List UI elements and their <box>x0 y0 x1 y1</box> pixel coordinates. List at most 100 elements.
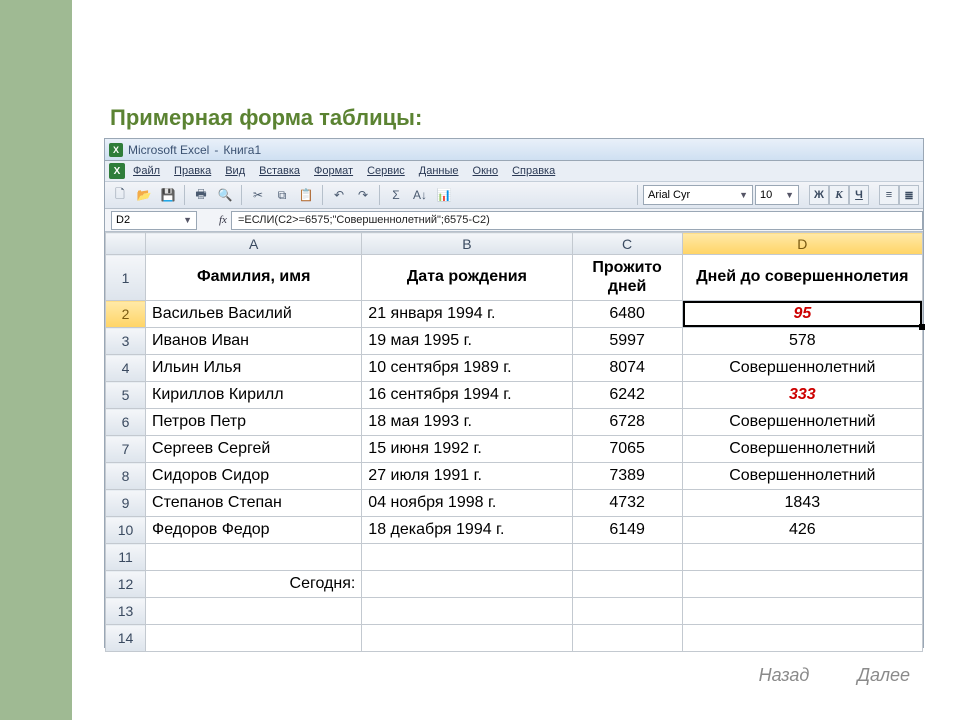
cell-A2[interactable]: Васильев Василий <box>146 301 362 328</box>
cell-B9[interactable]: 04 ноября 1998 г. <box>362 490 572 517</box>
fx-icon[interactable]: fx <box>219 214 227 226</box>
cell-B14[interactable] <box>362 625 572 652</box>
select-all-corner[interactable] <box>106 233 146 255</box>
cell-D11[interactable] <box>682 544 922 571</box>
cell-C8[interactable]: 7389 <box>572 463 682 490</box>
cell-B4[interactable]: 10 сентября 1989 г. <box>362 355 572 382</box>
cell-A11[interactable] <box>146 544 362 571</box>
row-header-4[interactable]: 4 <box>106 355 146 382</box>
cell-B12[interactable] <box>362 571 572 598</box>
bold-button[interactable]: Ж <box>809 185 829 205</box>
cell-B2[interactable]: 21 января 1994 г. <box>362 301 572 328</box>
row-header-10[interactable]: 10 <box>106 517 146 544</box>
open-icon[interactable]: 📂 <box>133 184 155 206</box>
cut-icon[interactable]: ✂ <box>247 184 269 206</box>
preview-icon[interactable]: 🔍 <box>214 184 236 206</box>
cell-C12[interactable] <box>572 571 682 598</box>
cell-B7[interactable]: 15 июня 1992 г. <box>362 436 572 463</box>
formula-bar[interactable]: =ЕСЛИ(C2>=6575;"Совершеннолетний";6575-C… <box>231 211 923 230</box>
cell-A4[interactable]: Ильин Илья <box>146 355 362 382</box>
cell-A9[interactable]: Степанов Степан <box>146 490 362 517</box>
cell-A7[interactable]: Сергеев Сергей <box>146 436 362 463</box>
prev-link[interactable]: Назад <box>759 665 810 686</box>
align-center-button[interactable]: ≣ <box>899 185 919 205</box>
cell-A5[interactable]: Кириллов Кирилл <box>146 382 362 409</box>
cell-B3[interactable]: 19 мая 1995 г. <box>362 328 572 355</box>
col-header-C[interactable]: C <box>572 233 682 255</box>
menu-insert[interactable]: Вставка <box>253 163 306 179</box>
menu-format[interactable]: Формат <box>308 163 359 179</box>
cell-C5[interactable]: 6242 <box>572 382 682 409</box>
row-header-7[interactable]: 7 <box>106 436 146 463</box>
cell-A3[interactable]: Иванов Иван <box>146 328 362 355</box>
name-box[interactable]: D2 ▼ <box>111 211 197 230</box>
row-header-5[interactable]: 5 <box>106 382 146 409</box>
cell-B10[interactable]: 18 декабря 1994 г. <box>362 517 572 544</box>
menu-edit[interactable]: Правка <box>168 163 217 179</box>
row-header-12[interactable]: 12 <box>106 571 146 598</box>
cell-D6[interactable]: Совершеннолетний <box>682 409 922 436</box>
chart-icon[interactable]: 📊 <box>433 184 455 206</box>
font-size-combo[interactable]: 10 ▼ <box>755 185 799 205</box>
row-header-13[interactable]: 13 <box>106 598 146 625</box>
row-header-14[interactable]: 14 <box>106 625 146 652</box>
header-cell-B[interactable]: Дата рождения <box>362 255 572 301</box>
cell-C3[interactable]: 5997 <box>572 328 682 355</box>
redo-icon[interactable]: ↷ <box>352 184 374 206</box>
cell-D7[interactable]: Совершеннолетний <box>682 436 922 463</box>
cell-A13[interactable] <box>146 598 362 625</box>
cell-C14[interactable] <box>572 625 682 652</box>
cell-C10[interactable]: 6149 <box>572 517 682 544</box>
cell-D3[interactable]: 578 <box>682 328 922 355</box>
cell-D13[interactable] <box>682 598 922 625</box>
row-header-11[interactable]: 11 <box>106 544 146 571</box>
row-header-6[interactable]: 6 <box>106 409 146 436</box>
cell-D5[interactable]: 333 <box>682 382 922 409</box>
cell-C6[interactable]: 6728 <box>572 409 682 436</box>
menu-view[interactable]: Вид <box>219 163 251 179</box>
next-link[interactable]: Далее <box>857 665 910 686</box>
cell-A14[interactable] <box>146 625 362 652</box>
row-header-3[interactable]: 3 <box>106 328 146 355</box>
sort-asc-icon[interactable]: A↓ <box>409 184 431 206</box>
menu-help[interactable]: Справка <box>506 163 561 179</box>
row-header-8[interactable]: 8 <box>106 463 146 490</box>
cell-C7[interactable]: 7065 <box>572 436 682 463</box>
row-header-2[interactable]: 2 <box>106 301 146 328</box>
cell-B8[interactable]: 27 июля 1991 г. <box>362 463 572 490</box>
underline-button[interactable]: Ч <box>849 185 869 205</box>
copy-icon[interactable]: ⧉ <box>271 184 293 206</box>
cell-C9[interactable]: 4732 <box>572 490 682 517</box>
cell-B6[interactable]: 18 мая 1993 г. <box>362 409 572 436</box>
cell-B13[interactable] <box>362 598 572 625</box>
sum-icon[interactable]: Σ <box>385 184 407 206</box>
cell-C4[interactable]: 8074 <box>572 355 682 382</box>
col-header-A[interactable]: A <box>146 233 362 255</box>
cell-A8[interactable]: Сидоров Сидор <box>146 463 362 490</box>
cell-B11[interactable] <box>362 544 572 571</box>
cell-C11[interactable] <box>572 544 682 571</box>
header-cell-C[interactable]: Прожито дней <box>572 255 682 301</box>
menu-file[interactable]: Файл <box>127 163 166 179</box>
menu-window[interactable]: Окно <box>467 163 505 179</box>
cell-D14[interactable] <box>682 625 922 652</box>
row-header-9[interactable]: 9 <box>106 490 146 517</box>
cell-D8[interactable]: Совершеннолетний <box>682 463 922 490</box>
cell-B5[interactable]: 16 сентября 1994 г. <box>362 382 572 409</box>
col-header-D[interactable]: D <box>682 233 922 255</box>
header-cell-A[interactable]: Фамилия, имя <box>146 255 362 301</box>
header-cell-D[interactable]: Дней до совершеннолетия <box>682 255 922 301</box>
print-icon[interactable]: 🖶 <box>190 184 212 206</box>
cell-D2[interactable]: 95 <box>682 301 922 328</box>
cell-C2[interactable]: 6480 <box>572 301 682 328</box>
align-left-button[interactable]: ≡ <box>879 185 899 205</box>
save-icon[interactable]: 💾 <box>157 184 179 206</box>
cell-C13[interactable] <box>572 598 682 625</box>
row-header-1[interactable]: 1 <box>106 255 146 301</box>
new-doc-icon[interactable]: 🗋 <box>109 184 131 206</box>
font-name-combo[interactable]: Arial Cyr ▼ <box>643 185 753 205</box>
cell-A12[interactable]: Сегодня: <box>146 571 362 598</box>
col-header-B[interactable]: B <box>362 233 572 255</box>
undo-icon[interactable]: ↶ <box>328 184 350 206</box>
italic-button[interactable]: К <box>829 185 849 205</box>
